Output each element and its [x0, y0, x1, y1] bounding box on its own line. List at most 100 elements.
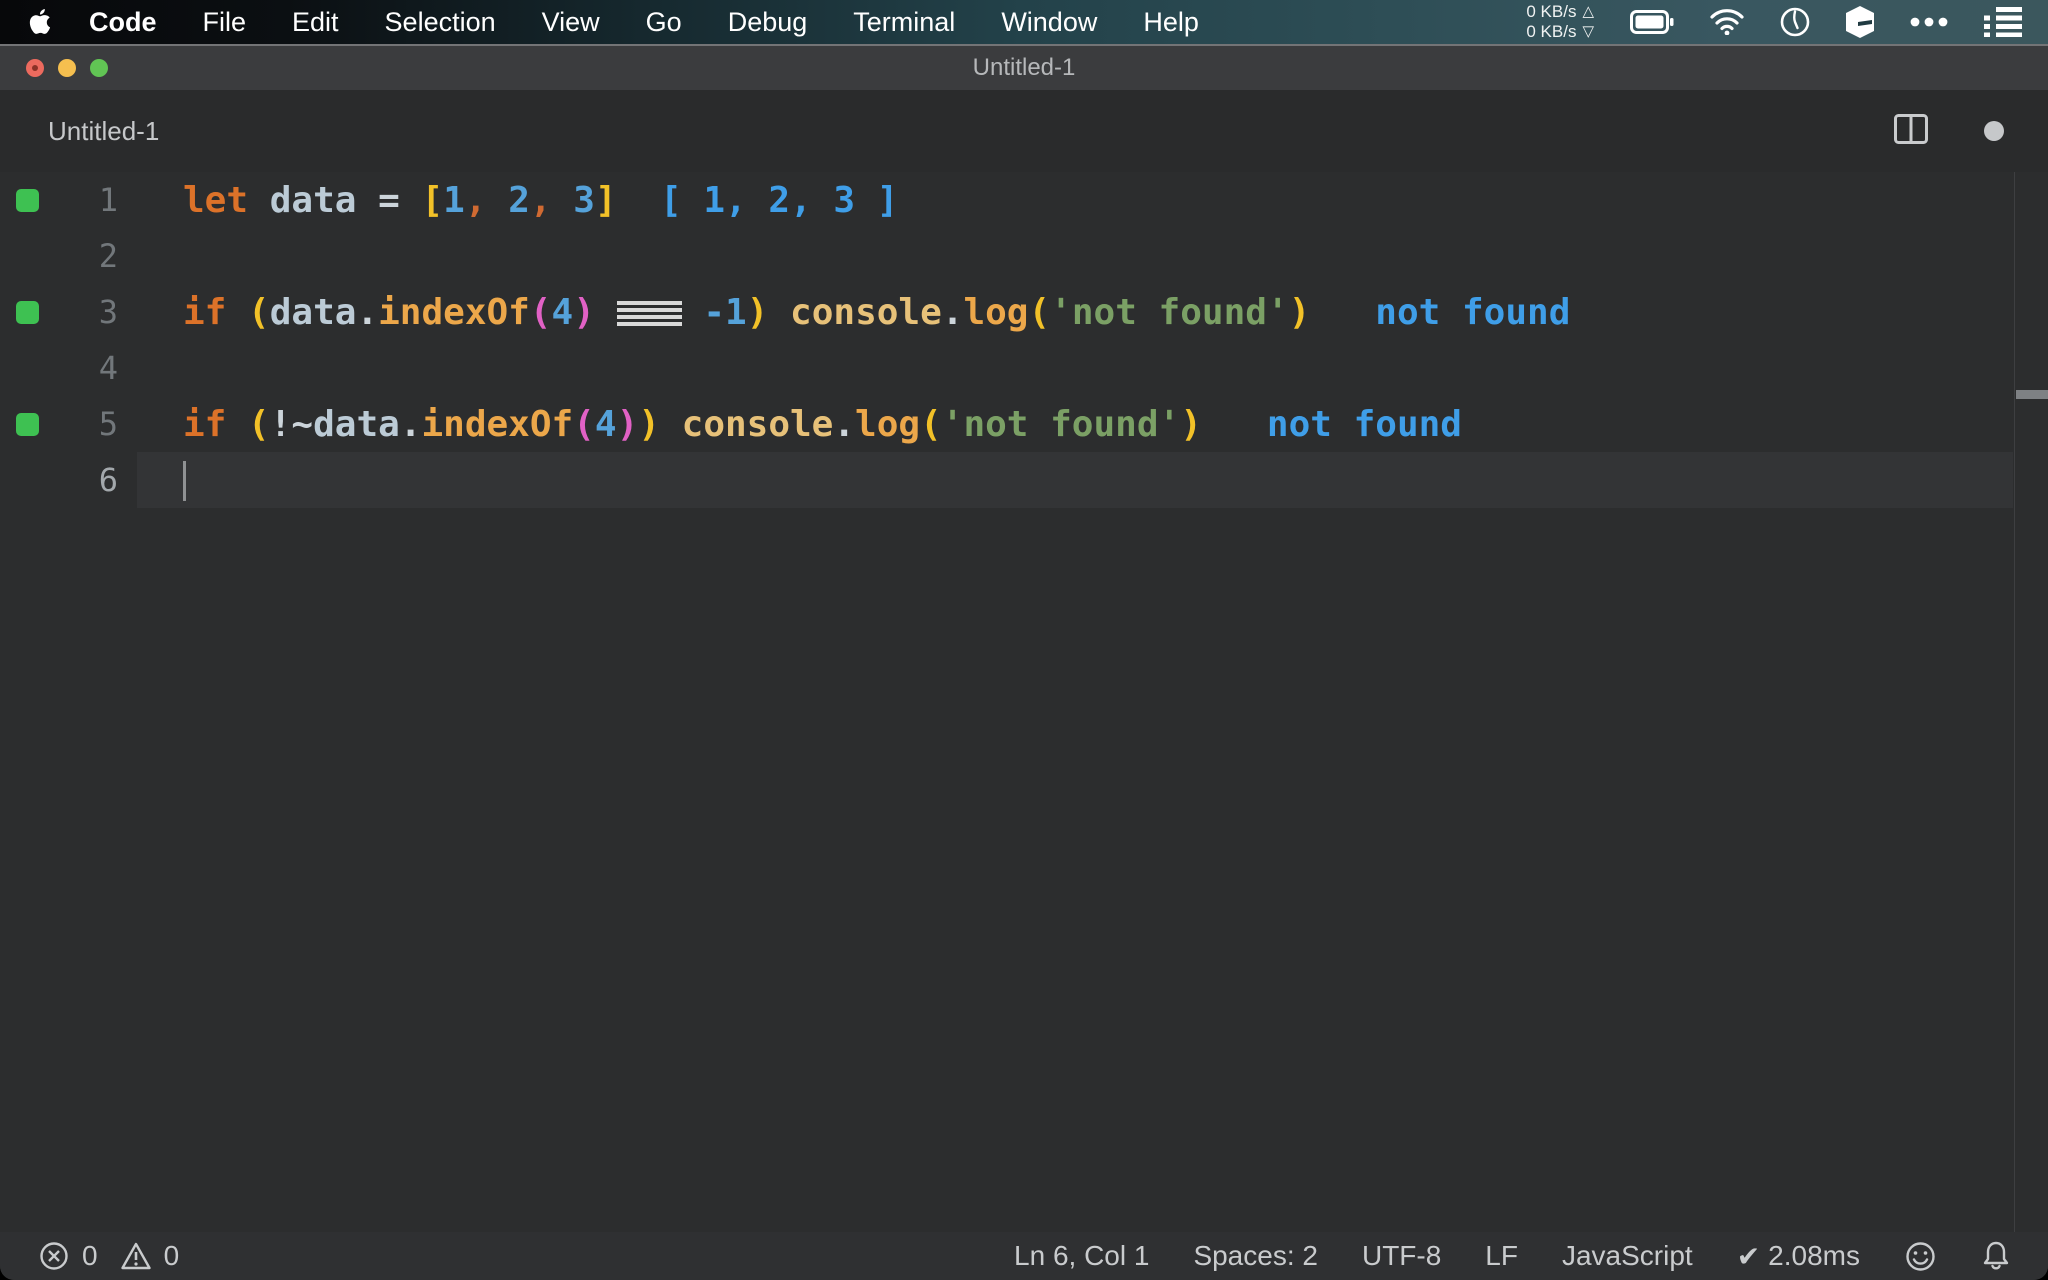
code-text	[118, 459, 186, 501]
status-item-label: 2.08ms	[1768, 1240, 1860, 1271]
token-str: 'not found'	[1050, 291, 1289, 333]
line-number: 5	[98, 405, 118, 443]
menu-item-window[interactable]: Window	[978, 7, 1120, 38]
token-b1: )	[1288, 291, 1311, 333]
code-line-2[interactable]: 2	[0, 228, 2048, 284]
code-text: if (!~data.indexOf(4)) console.log('not …	[118, 404, 1462, 445]
code-line-4[interactable]: 4	[0, 340, 2048, 396]
notifications-bell-icon[interactable]	[1980, 1240, 2012, 1272]
code-line-6[interactable]: 6	[0, 452, 2048, 508]
code-lines: 1 let data = [1, 2, 3] [ 1, 2, 3 ] 2 3 if (d…	[0, 172, 2048, 508]
overview-ruler-mark	[2016, 390, 2048, 399]
split-editor-icon[interactable]	[1894, 113, 1928, 149]
token-num: 4	[551, 291, 574, 333]
code-text: let data = [1, 2, 3] [ 1, 2, 3 ]	[118, 180, 898, 221]
token-fn: log	[855, 403, 921, 445]
menu-item-file[interactable]: File	[180, 7, 270, 38]
token-b1: (	[248, 403, 270, 445]
status-bar: 0 0 Ln 6, Col 1 Spaces: 2 UTF-8 LF JavaS…	[0, 1232, 2048, 1280]
network-speed-indicator[interactable]: 0 KB/s △ 0 KB/s ▽	[1526, 2, 1594, 42]
token-b1: ]	[594, 179, 617, 221]
token-var: data	[313, 403, 400, 445]
window-title: Untitled-1	[972, 54, 1076, 81]
line-number: 3	[98, 293, 118, 331]
code-line-3[interactable]: 3if (data.indexOf(4) === -1) console.log…	[0, 284, 2048, 340]
status-item-lf[interactable]: LF	[1485, 1240, 1518, 1272]
token-kw: if	[183, 291, 227, 333]
token-comma: ,	[529, 179, 552, 221]
menu-item-edit[interactable]: Edit	[269, 7, 362, 38]
editor-tabbar: Untitled-1	[0, 90, 2048, 172]
token-kw: if	[183, 403, 227, 445]
minimize-window-button[interactable]	[58, 59, 76, 77]
menu-item-go[interactable]: Go	[623, 7, 705, 38]
menu-item-terminal[interactable]: Terminal	[830, 7, 978, 38]
wifi-icon[interactable]	[1710, 9, 1744, 35]
token-comma: ,	[464, 179, 487, 221]
token-str: 'not found'	[941, 403, 1181, 445]
token-b1: (	[248, 291, 270, 333]
problems-indicator[interactable]: 0 0	[38, 1240, 189, 1272]
menu-item-help[interactable]: Help	[1120, 7, 1222, 38]
error-count: 0	[82, 1240, 98, 1271]
coverage-marker-icon	[16, 412, 39, 436]
code-editor[interactable]: 1 let data = [1, 2, 3] [ 1, 2, 3 ] 2 3 if (d…	[0, 172, 2048, 1232]
check-icon: ✔	[1736, 1240, 1761, 1272]
zoom-window-button[interactable]	[90, 59, 108, 77]
status-item-javascript[interactable]: JavaScript	[1562, 1240, 1693, 1272]
more-dots-icon[interactable]	[1910, 17, 1948, 27]
menu-item-code[interactable]: Code	[66, 7, 180, 38]
menu-item-debug[interactable]: Debug	[705, 7, 831, 38]
battery-icon[interactable]	[1630, 10, 1674, 34]
inline-result: not found	[1310, 291, 1571, 333]
window-titlebar[interactable]: Untitled-1	[0, 44, 2048, 90]
menu-item-selection[interactable]: Selection	[362, 7, 519, 38]
status-item-spaces-2[interactable]: Spaces: 2	[1193, 1240, 1318, 1272]
warnings-icon	[120, 1240, 152, 1272]
line-number: 2	[98, 237, 118, 275]
gutter[interactable]	[0, 188, 56, 212]
clock-icon[interactable]	[1780, 7, 1810, 37]
unsaved-changes-dot[interactable]	[1984, 121, 2004, 141]
gutter[interactable]	[0, 412, 56, 436]
list-icon[interactable]	[1984, 7, 2024, 37]
code-line-5[interactable]: 5 if (!~data.indexOf(4)) console.log('not…	[0, 396, 2048, 452]
overview-ruler[interactable]	[2014, 172, 2048, 1232]
token-fn: indexOf	[378, 291, 530, 333]
status-item-2-08ms[interactable]: ✔ 2.08ms	[1737, 1240, 1860, 1273]
download-arrow-icon: ▽	[1582, 23, 1594, 40]
vscode-window: Untitled-1 Untitled-1 1 let data = [1, 2,…	[0, 44, 2048, 1280]
warning-count: 0	[163, 1240, 180, 1271]
menu-bar-tray: 0 KB/s △ 0 KB/s ▽	[1526, 2, 2024, 42]
apple-icon[interactable]	[28, 8, 52, 36]
status-item-label: Spaces: 2	[1193, 1240, 1318, 1271]
editor-actions	[1894, 113, 2004, 149]
tab-untitled-1[interactable]: Untitled-1	[48, 116, 159, 147]
token-fn: log	[963, 291, 1029, 333]
cube-icon[interactable]	[1846, 6, 1874, 38]
token-var: data	[269, 179, 357, 221]
status-item-ln-6-col-1[interactable]: Ln 6, Col 1	[1014, 1240, 1149, 1272]
gutter[interactable]	[0, 300, 56, 324]
line-number: 1	[98, 181, 118, 219]
feedback-smiley-icon[interactable]	[1904, 1240, 1936, 1272]
token-op: .	[356, 291, 379, 333]
menu-item-view[interactable]: View	[519, 7, 623, 38]
token-b2: (	[573, 403, 595, 445]
status-item-utf-8[interactable]: UTF-8	[1362, 1240, 1441, 1272]
token-op: .	[941, 291, 964, 333]
token-num: -1	[703, 291, 747, 333]
status-item-label: JavaScript	[1561, 1240, 1693, 1271]
close-window-button[interactable]	[26, 59, 44, 77]
token-obj: console	[681, 403, 834, 445]
inline-result: not found	[1201, 403, 1462, 445]
code-line-1[interactable]: 1 let data = [1, 2, 3] [ 1, 2, 3 ]	[0, 172, 2048, 228]
inline-result: [ 1, 2, 3 ]	[616, 179, 899, 221]
